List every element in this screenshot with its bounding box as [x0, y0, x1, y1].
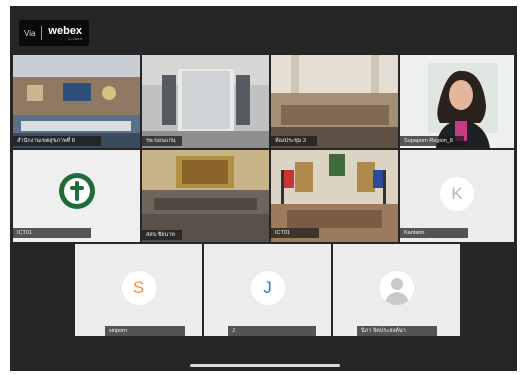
video-tile-9[interactable]: S siriporn [75, 244, 202, 336]
avatar: J [250, 271, 285, 306]
tile-label: ICT01 [271, 228, 319, 238]
participant-video-scene [400, 55, 514, 148]
video-tile-5[interactable]: ICT01 [13, 150, 140, 242]
brand-by: by CISCO [68, 36, 83, 41]
tile-label: สำนักงานเขตสุขภาพที่ 8 [13, 136, 101, 146]
webex-wordmark: webex by CISCO [48, 24, 83, 41]
home-indicator-bar[interactable] [190, 364, 340, 367]
via-label: Via [24, 28, 36, 38]
avatar-initial: K [451, 184, 463, 204]
conference-room-scene [142, 55, 269, 148]
brand-name: webex [48, 24, 83, 37]
tile-label: ICT01 [13, 228, 91, 238]
tile-label: ห้องประชุม 3 [271, 136, 317, 146]
tile-label: นิภา จิตประสงค์นา [357, 326, 437, 336]
webex-meeting-screen: Via webex by CISCO สำนักงานเขตสุขภาพที่ … [10, 6, 517, 371]
video-tile-1[interactable]: สำนักงานเขตสุขภาพที่ 8 [13, 55, 140, 148]
video-tile-8[interactable]: K Kantarin [400, 150, 514, 242]
video-tile-11[interactable]: นิภา จิตประสงค์นา [333, 244, 460, 336]
tile-label: Kantarin [400, 228, 468, 238]
avatar: S [121, 271, 156, 306]
brand-divider [41, 26, 43, 40]
tile-label: J [228, 326, 316, 336]
tile-label: Supaporn Region_8 [400, 136, 464, 146]
tile-label: รพ.ขอนแก่น [142, 136, 182, 146]
video-tile-4[interactable]: Supaporn Region_8 [400, 55, 514, 148]
video-tile-3[interactable]: ห้องประชุม 3 [271, 55, 398, 148]
video-tile-2[interactable]: รพ.ขอนแก่น [142, 55, 269, 148]
logo-inner-emblem [63, 178, 90, 205]
participant-silhouette-icon [379, 271, 414, 306]
avatar-initial: S [132, 278, 145, 298]
conference-room-scene [271, 55, 398, 148]
tile-label: siriporn [105, 326, 185, 336]
conference-room-scene [142, 150, 269, 242]
video-tile-7[interactable]: ICT01 [271, 150, 398, 242]
webex-brand-logo: Via webex by CISCO [19, 20, 89, 46]
avatar-initial: J [263, 278, 272, 298]
conference-room-scene [13, 55, 140, 148]
person-icon [384, 278, 409, 306]
avatar: K [440, 177, 474, 212]
ministry-of-public-health-logo [58, 173, 95, 210]
tile-label: สสจ.ชัยนาท [142, 230, 182, 240]
video-tile-6[interactable]: สสจ.ชัยนาท [142, 150, 269, 242]
video-tile-10[interactable]: J J [204, 244, 331, 336]
